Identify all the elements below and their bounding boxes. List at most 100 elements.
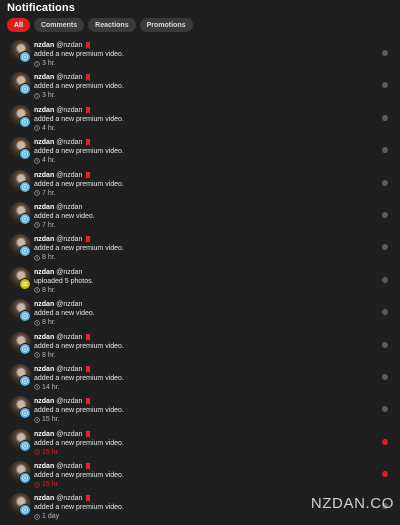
notification-item[interactable]: nzdan @nzdan added a new premium video. … (0, 363, 400, 395)
user-name[interactable]: nzdan (34, 494, 54, 503)
notification-item[interactable]: nzdan @nzdan uploaded 5 photos. 8 hr. (0, 266, 400, 298)
user-name[interactable]: nzdan (34, 397, 54, 406)
timestamp: 8 hr. (34, 318, 95, 327)
clock-icon (34, 417, 40, 423)
notification-item[interactable]: nzdan @nzdan added a new premium video. … (0, 104, 400, 136)
notification-item[interactable]: nzdan @nzdan added a new premium video. … (0, 39, 400, 71)
premium-ribbon-icon (85, 495, 91, 503)
user-name[interactable]: nzdan (34, 73, 54, 82)
notification-item[interactable]: nzdan @nzdan added a new video. 8 hr. (0, 298, 400, 330)
tab-comments[interactable]: Comments (33, 18, 85, 32)
notification-action: added a new premium video. (34, 342, 124, 350)
user-name[interactable]: nzdan (34, 41, 54, 50)
premium-ribbon-icon (85, 171, 91, 179)
timestamp: 7 hr. (34, 221, 95, 230)
notification-action: added a new video. (34, 212, 95, 220)
notification-item[interactable]: nzdan @nzdan added a new premium video. … (0, 331, 400, 363)
video-play-icon (19, 439, 31, 452)
video-play-icon (19, 504, 31, 517)
clock-icon (34, 319, 40, 326)
read-status-dot[interactable] (382, 82, 388, 89)
user-handle[interactable]: @nzdan (56, 333, 82, 342)
premium-ribbon-icon (85, 333, 91, 341)
premium-ribbon-icon (85, 430, 91, 438)
user-name[interactable]: nzdan (34, 365, 54, 374)
user-handle[interactable]: @nzdan (56, 138, 82, 147)
read-status-dot[interactable] (382, 179, 388, 186)
read-status-dot[interactable] (382, 471, 388, 478)
notification-item[interactable]: nzdan @nzdan added a new premium video. … (0, 136, 400, 168)
notification-item[interactable]: nzdan @nzdan added a new premium video. … (0, 395, 400, 427)
time-ago: 8 hr. (42, 254, 56, 262)
user-name[interactable]: nzdan (34, 268, 54, 277)
user-handle[interactable]: @nzdan (56, 494, 82, 503)
time-ago: 14 hr. (42, 383, 60, 391)
user-name[interactable]: nzdan (34, 333, 54, 342)
user-handle[interactable]: @nzdan (56, 300, 82, 309)
notification-text: nzdan @nzdan added a new premium video. … (34, 41, 124, 68)
user-handle[interactable]: @nzdan (56, 397, 82, 406)
notification-item[interactable]: nzdan @nzdan added a new video. 7 hr. (0, 201, 400, 233)
user-name[interactable]: nzdan (34, 138, 54, 147)
timestamp: 3 hr. (34, 59, 124, 68)
user-handle[interactable]: @nzdan (56, 41, 82, 50)
read-status-dot[interactable] (382, 211, 388, 218)
read-status-dot[interactable] (382, 147, 388, 154)
premium-ribbon-icon (85, 139, 91, 147)
read-status-dot[interactable] (382, 406, 388, 413)
read-status-dot[interactable] (382, 276, 388, 283)
photo-icon (19, 277, 31, 290)
video-play-icon (19, 115, 31, 128)
time-ago: 8 hr. (42, 351, 56, 359)
user-handle[interactable]: @nzdan (56, 430, 82, 439)
user-name[interactable]: nzdan (34, 203, 54, 212)
notification-action: added a new premium video. (34, 439, 124, 447)
user-handle[interactable]: @nzdan (56, 268, 82, 277)
timestamp: 15 hr. (34, 448, 124, 457)
user-handle[interactable]: @nzdan (56, 235, 82, 244)
tab-all[interactable]: All (7, 18, 30, 32)
user-name[interactable]: nzdan (34, 430, 54, 439)
notification-text: nzdan @nzdan added a new premium video. … (34, 365, 124, 392)
read-status-dot[interactable] (382, 438, 388, 445)
notification-item[interactable]: nzdan @nzdan added a new premium video. … (0, 233, 400, 265)
user-handle[interactable]: @nzdan (56, 171, 82, 180)
tab-reactions[interactable]: Reactions (88, 18, 136, 32)
read-status-dot[interactable] (382, 373, 388, 380)
user-handle[interactable]: @nzdan (56, 106, 82, 115)
clock-icon (34, 93, 40, 99)
user-handle[interactable]: @nzdan (56, 365, 82, 374)
notification-text: nzdan @nzdan added a new premium video. … (34, 138, 124, 165)
read-status-dot[interactable] (382, 114, 388, 121)
notification-item[interactable]: nzdan @nzdan added a new premium video. … (0, 71, 400, 103)
tab-promotions[interactable]: Promotions (139, 18, 193, 32)
user-handle[interactable]: @nzdan (56, 73, 82, 82)
video-play-icon (19, 148, 31, 161)
user-handle[interactable]: @nzdan (56, 203, 82, 212)
user-name[interactable]: nzdan (34, 235, 54, 244)
user-name[interactable]: nzdan (34, 106, 54, 115)
premium-ribbon-icon (85, 106, 91, 114)
notification-action: added a new premium video. (34, 374, 124, 382)
notification-item[interactable]: nzdan @nzdan added a new premium video. … (0, 428, 400, 460)
clock-icon (34, 481, 40, 488)
premium-ribbon-icon (85, 42, 91, 49)
user-name[interactable]: nzdan (34, 171, 54, 180)
timestamp: 4 hr. (34, 124, 124, 133)
user-name[interactable]: nzdan (34, 300, 54, 309)
notification-action: added a new premium video. (34, 148, 124, 156)
user-name[interactable]: nzdan (34, 462, 54, 471)
notification-action: added a new premium video. (34, 180, 124, 188)
notification-item[interactable]: nzdan @nzdan added a new premium video. … (0, 460, 400, 492)
notification-text: nzdan @nzdan uploaded 5 photos. 8 hr. (34, 268, 94, 295)
read-status-dot[interactable] (382, 309, 388, 316)
clock-icon (34, 60, 40, 67)
read-status-dot[interactable] (382, 244, 388, 251)
notification-item[interactable]: nzdan @nzdan added a new premium video. … (0, 169, 400, 201)
notifications-header: Notifications All Comments Reactions Pro… (0, 0, 400, 32)
user-handle[interactable]: @nzdan (56, 462, 82, 471)
read-status-dot[interactable] (382, 341, 388, 348)
notification-text: nzdan @nzdan added a new premium video. … (34, 235, 124, 262)
read-status-dot[interactable] (382, 50, 388, 56)
timestamp: 8 hr. (34, 351, 124, 360)
